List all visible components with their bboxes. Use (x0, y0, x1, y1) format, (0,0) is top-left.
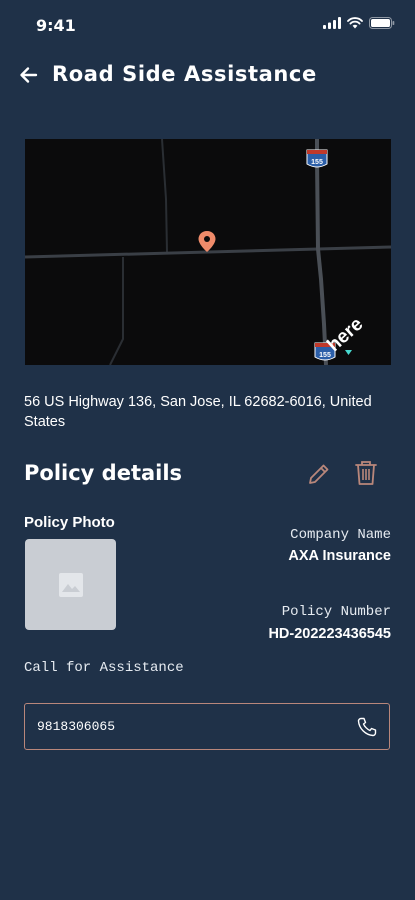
highway-shield-top: 155 (306, 149, 328, 168)
map-view[interactable]: 155 155 here (25, 139, 391, 365)
company-name-value: AXA Insurance (288, 548, 391, 564)
delete-icon[interactable] (353, 459, 379, 487)
company-name-label: Company Name (290, 527, 391, 543)
wifi-icon (347, 17, 363, 29)
address-text: 56 US Highway 136, San Jose, IL 62682-60… (24, 394, 372, 430)
assistance-phone-number[interactable]: 9818306065 (37, 719, 115, 734)
header: Road Side Assistance (0, 56, 415, 96)
page-title: Road Side Assistance (52, 62, 317, 86)
policy-number-value: HD-202223436545 (268, 626, 391, 642)
status-icons (323, 17, 395, 29)
phone-icon[interactable] (356, 716, 378, 738)
call-assistance-label: Call for Assistance (24, 660, 184, 676)
signal-icon (323, 17, 341, 29)
back-arrow-icon[interactable] (16, 62, 42, 88)
highway-shield-bottom-label: 155 (319, 352, 331, 359)
policy-section-title: Policy details (24, 461, 183, 485)
highway-shield-top-label: 155 (311, 159, 323, 166)
map-canvas: 155 155 here (25, 139, 391, 365)
map-pin-icon (198, 231, 216, 252)
edit-icon[interactable] (306, 461, 332, 487)
policy-number-label: Policy Number (281, 604, 391, 620)
status-bar: 9:41 (0, 0, 415, 50)
battery-icon (369, 17, 395, 29)
assistance-phone-field[interactable]: 9818306065 (24, 703, 390, 750)
image-placeholder-icon (59, 573, 83, 597)
policy-photo-placeholder[interactable] (25, 539, 116, 630)
policy-photo-label: Policy Photo (24, 514, 115, 531)
status-time: 9:41 (36, 16, 76, 35)
